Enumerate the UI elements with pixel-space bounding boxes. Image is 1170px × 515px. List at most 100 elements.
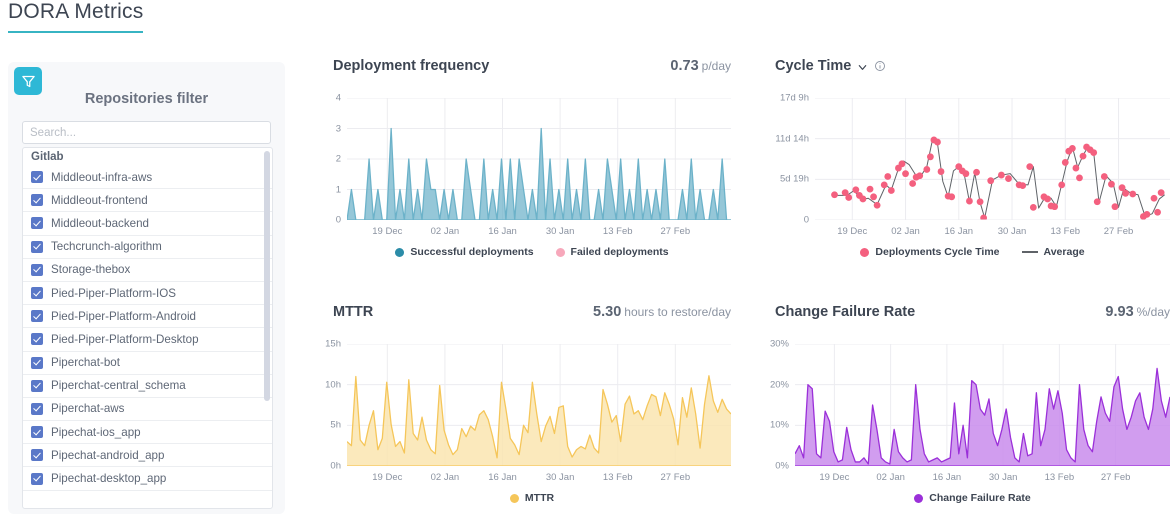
chevron-down-icon[interactable]	[857, 61, 868, 72]
chart-svg	[795, 344, 1170, 466]
repository-label: Pied-Piper-Platform-Desktop	[51, 332, 199, 346]
checkbox-checked-icon[interactable]	[31, 217, 43, 230]
legend-label: Average	[1043, 246, 1085, 258]
x-axis-tick: 13 Feb	[1050, 226, 1081, 237]
x-axis-tick: 27 Feb	[660, 226, 691, 237]
list-item[interactable]: Pied-Piper-Platform-Android	[23, 305, 272, 329]
repository-label: Pied-Piper-Platform-Android	[51, 309, 196, 323]
x-axis-tick: 13 Feb	[602, 226, 633, 237]
chart-plot-area: 0h 5h 10h 15h 19 Dec 02 Jan 16 Jan 30 Jan 13 Feb…	[325, 339, 731, 483]
legend-item[interactable]: Change Failure Rate	[914, 492, 1031, 504]
repository-label: Middleout-frontend	[51, 193, 148, 207]
legend-item[interactable]: Successful deployments	[395, 246, 534, 258]
info-icon[interactable]	[874, 60, 886, 72]
checkbox-checked-icon[interactable]	[31, 449, 43, 462]
legend-item[interactable]: Deployments Cycle Time	[860, 246, 1000, 258]
checkbox-checked-icon[interactable]	[31, 310, 43, 323]
chart-metric-value: 5.30 hours to restore/day	[593, 304, 731, 320]
checkbox-checked-icon[interactable]	[31, 263, 43, 276]
y-axis-tick: 11d 14h	[775, 133, 809, 145]
list-item[interactable]: Pied-Piper-Platform-IOS	[23, 282, 272, 306]
checkbox-checked-icon[interactable]	[31, 194, 43, 207]
y-axis-tick: 2	[335, 153, 341, 165]
repositories-filter-title: Repositories filter	[84, 91, 209, 107]
list-item[interactable]: Storage-thebox	[23, 259, 272, 282]
list-item[interactable]: Middleout-backend	[23, 212, 272, 236]
y-axis-tick: 10%	[769, 419, 789, 431]
list-item[interactable]: Middleout-infra-aws	[23, 166, 272, 190]
legend-dot-icon	[914, 493, 924, 503]
repo-group-label: Gitlab	[31, 151, 64, 163]
chart-plot-area: 0 5d 19h 11d 14h 17d 9h 19 Dec 02 Jan 16 Jan 30…	[775, 93, 1170, 237]
repository-label: Pipechat-ios_app	[51, 425, 141, 439]
checkbox-checked-icon[interactable]	[31, 472, 43, 485]
repo-list-scrollbar[interactable]	[264, 149, 271, 508]
checkbox-checked-icon[interactable]	[31, 240, 43, 253]
x-axis-tick: 16 Jan	[932, 472, 962, 483]
chart-legend: Change Failure Rate	[775, 492, 1170, 504]
repository-label: Pied-Piper-Platform-IOS	[51, 286, 176, 300]
repo-list-scrollbar-thumb[interactable]	[264, 151, 270, 401]
legend-item[interactable]: MTTR	[509, 492, 555, 504]
x-axis-tick: 30 Jan	[997, 226, 1027, 237]
y-axis-tick: 10h	[325, 379, 341, 391]
y-axis-tick: 4	[335, 92, 341, 104]
x-axis-tick: 30 Jan	[545, 226, 575, 237]
metric-unit: p/day	[701, 59, 731, 73]
y-axis-tick: 15h	[325, 338, 341, 350]
checkbox-checked-icon[interactable]	[31, 356, 43, 369]
repository-label: Piperchat-central_schema	[51, 379, 186, 393]
checkbox-checked-icon[interactable]	[31, 171, 43, 184]
legend-label: Successful deployments	[410, 246, 534, 258]
legend-label: Failed deployments	[570, 246, 669, 258]
chart-header: Cycle Time	[775, 58, 1170, 74]
list-item[interactable]: Pipechat-android_app	[23, 444, 272, 468]
y-axis-tick: 30%	[769, 338, 789, 350]
list-item[interactable]: Middleout-frontend	[23, 189, 272, 213]
checkbox-checked-icon[interactable]	[31, 379, 43, 392]
list-item[interactable]: Piperchat-aws	[23, 398, 272, 422]
chart-title: Change Failure Rate	[775, 304, 915, 320]
x-axis-tick: 02 Jan	[430, 226, 460, 237]
y-axis-tick: 3	[335, 123, 341, 134]
search-field-wrapper	[22, 121, 271, 144]
x-axis-tick: 02 Jan	[891, 226, 920, 237]
search-input[interactable]	[22, 121, 271, 144]
list-item[interactable]: Piperchat-bot	[23, 352, 272, 375]
page-title: DORA Metrics	[8, 0, 144, 33]
chart-title: MTTR	[333, 304, 373, 320]
legend-label: MTTR	[524, 492, 555, 504]
x-axis-tick: 13 Feb	[602, 472, 633, 483]
list-item[interactable]: Pipechat-desktop_app	[23, 467, 272, 491]
y-axis-tick: 0	[803, 214, 809, 226]
list-item[interactable]: Pied-Piper-Platform-Desktop	[23, 328, 272, 352]
x-axis-tick: 16 Jan	[488, 226, 517, 237]
repositories-list[interactable]: Gitlab Middleout-infra-aws Middleout-fron…	[22, 147, 273, 509]
legend-item[interactable]: Failed deployments	[555, 246, 669, 258]
y-axis-tick: 1	[335, 184, 341, 195]
checkbox-checked-icon[interactable]	[31, 287, 43, 300]
x-axis-tick: 27 Feb	[1103, 226, 1134, 237]
legend-item[interactable]: Average	[1021, 246, 1085, 258]
repository-label: Pipechat-desktop_app	[51, 472, 167, 486]
chart-header: Change Failure Rate 9.93 %/day	[775, 304, 1170, 320]
checkbox-checked-icon[interactable]	[31, 333, 43, 346]
legend-label: Deployments Cycle Time	[875, 246, 1000, 258]
list-item[interactable]: Piperchat-central_schema	[23, 375, 272, 398]
chart-panel-mttr: MTTR 5.30 hours to restore/day 0h 5h 10h 15h 19…	[325, 304, 731, 504]
legend-dot-icon	[509, 493, 519, 503]
list-item[interactable]: Pipechat-ios_app	[23, 421, 272, 445]
repository-label: Middleout-backend	[51, 216, 149, 230]
checkbox-checked-icon[interactable]	[31, 402, 43, 415]
x-axis-tick: 30 Jan	[988, 472, 1018, 483]
repository-label: Middleout-infra-aws	[51, 170, 153, 184]
repositories-filter-panel: Repositories filter Gitlab Middleout-inf…	[8, 62, 285, 514]
x-axis-tick: 19 Dec	[372, 472, 403, 483]
legend-dot-icon	[555, 247, 565, 257]
legend-label: Change Failure Rate	[929, 492, 1031, 504]
chart-metric-value: 9.93 %/day	[1105, 304, 1170, 320]
repository-label: Piperchat-aws	[51, 402, 125, 416]
checkbox-checked-icon[interactable]	[31, 426, 43, 439]
metric-number: 9.93	[1105, 304, 1134, 320]
list-item[interactable]: Techcrunch-algorithm	[23, 236, 272, 259]
